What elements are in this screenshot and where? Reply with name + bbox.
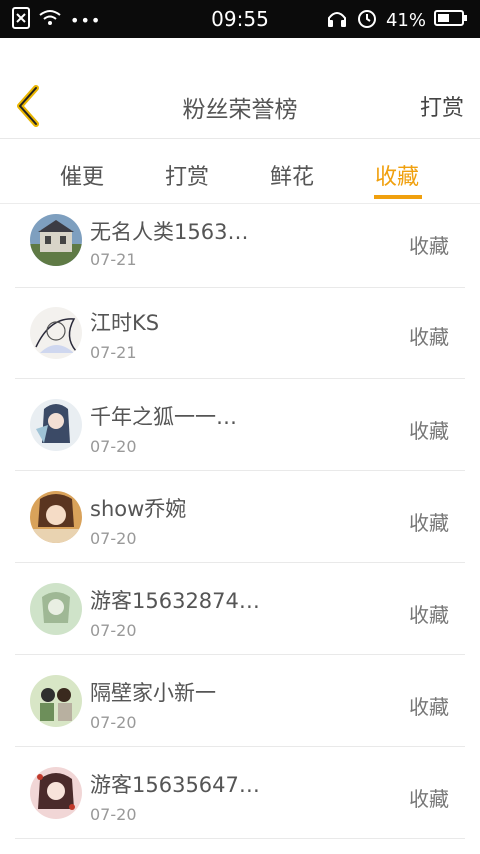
list-item[interactable]: 隔壁家小新一 07-20 收藏 [15, 655, 465, 747]
action-label: 收藏 [409, 695, 449, 719]
active-tab-indicator [374, 195, 422, 199]
list-item[interactable]: 千年之狐一一… 07-20 收藏 [15, 379, 465, 471]
user-name: 游客15632874… [90, 589, 260, 613]
user-name: 江时KS [90, 311, 160, 335]
tab-favorites[interactable]: 收藏 [375, 159, 419, 191]
status-right: 41% [326, 7, 468, 34]
list-item[interactable]: 游客15635647… 07-20 收藏 [15, 747, 465, 839]
date: 07-20 [90, 805, 137, 824]
date: 07-20 [90, 713, 137, 732]
list-item[interactable]: show乔婉 07-20 收藏 [15, 471, 465, 563]
app-header: 粉丝荣誉榜 打赏 [0, 38, 480, 139]
reward-button[interactable]: 打赏 [420, 90, 464, 122]
avatar [30, 491, 82, 543]
avatar [30, 214, 82, 266]
list-item[interactable]: 游客15632874… 07-20 收藏 [15, 563, 465, 655]
avatar [30, 307, 82, 359]
date: 07-21 [90, 343, 137, 362]
avatar [30, 583, 82, 635]
tab-urge[interactable]: 催更 [60, 159, 104, 191]
list-item[interactable]: 无名人类1563… 07-21 收藏 [15, 204, 465, 288]
action-label: 收藏 [409, 419, 449, 443]
status-bar: ••• 09:55 41% [0, 0, 480, 38]
user-name: 千年之狐一一… [90, 405, 237, 429]
user-name: 无名人类1563… [90, 220, 249, 244]
avatar [30, 399, 82, 451]
avatar [30, 767, 82, 819]
user-name: 隔壁家小新一 [90, 681, 216, 705]
avatar [30, 675, 82, 727]
date: 07-21 [90, 250, 137, 269]
date: 07-20 [90, 621, 137, 640]
date: 07-20 [90, 529, 137, 548]
list-item[interactable]: 江时KS 07-21 收藏 [15, 287, 465, 379]
alarm-icon [356, 7, 378, 34]
user-name: 游客15635647… [90, 773, 260, 797]
page-title: 粉丝荣誉榜 [182, 97, 298, 123]
action-label: 收藏 [409, 325, 449, 349]
action-label: 收藏 [409, 603, 449, 627]
action-label: 收藏 [409, 234, 449, 258]
battery-icon [434, 9, 468, 32]
tab-flowers[interactable]: 鲜花 [270, 159, 314, 191]
headphone-icon [326, 7, 348, 34]
tab-bar: 催更 打赏 鲜花 收藏 [0, 139, 480, 204]
tab-reward[interactable]: 打赏 [165, 159, 209, 191]
user-name: show乔婉 [90, 497, 187, 521]
battery-percent: 41% [385, 10, 426, 31]
action-label: 收藏 [409, 787, 449, 811]
action-label: 收藏 [409, 511, 449, 535]
date: 07-20 [90, 437, 137, 456]
